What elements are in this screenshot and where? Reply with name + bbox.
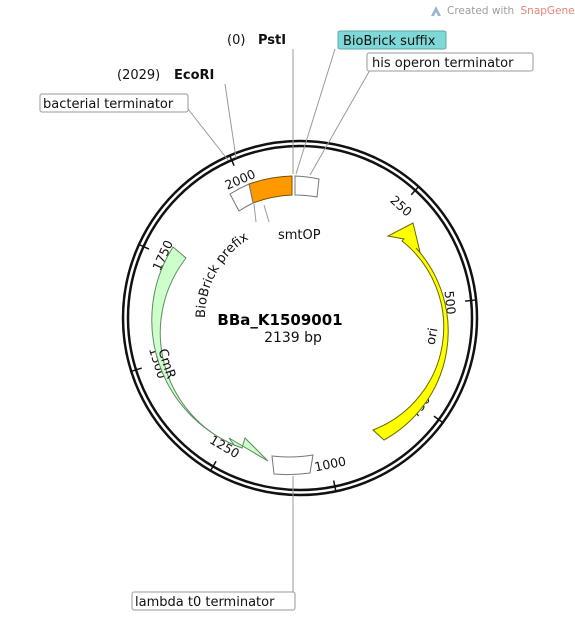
plasmid-length: 2139 bp: [264, 330, 322, 346]
smtop-label: smtOP: [278, 228, 321, 243]
tick-mark: [465, 299, 476, 302]
label-his-terminator[interactable]: his operon terminator: [366, 52, 534, 72]
pst-name: PstI: [258, 33, 286, 48]
eco-position: (2029): [117, 68, 160, 83]
bb-prefix-label: BioBrick prefix: [194, 230, 251, 319]
plasmid-name: BBa_K1509001: [217, 311, 342, 329]
eco-name: EcoRI: [174, 68, 214, 83]
label-bb-suffix[interactable]: BioBrick suffix: [337, 30, 447, 50]
lambda-terminator-segment[interactable]: [271, 454, 314, 476]
tick-label: 1000: [313, 453, 347, 474]
watermark-prefix: Created with: [447, 5, 514, 17]
pst-position: (0): [227, 33, 245, 48]
bacterial-terminator-text: bacterial terminator: [43, 97, 174, 112]
feature-lambda-terminator[interactable]: [271, 454, 314, 476]
lambda-terminator-text: lambda t0 terminator: [135, 595, 275, 610]
ori-label: ori: [424, 327, 442, 346]
label-pst[interactable]: (0) PstI: [227, 33, 286, 48]
svg-text:Created with SnapGene: Created with SnapGene ®: [447, 4, 575, 17]
watermark: Created with SnapGene ®: [431, 4, 575, 17]
snapgene-logo-icon: [431, 6, 441, 16]
watermark-brand: SnapGene: [521, 5, 575, 17]
tick-label: 250: [387, 192, 415, 219]
bb-suffix-text: BioBrick suffix: [343, 34, 436, 49]
his-terminator-text: his operon terminator: [372, 56, 514, 71]
tick-mark: [332, 480, 337, 491]
label-bacterial-terminator[interactable]: bacterial terminator: [39, 93, 189, 113]
label-lambda-terminator[interactable]: lambda t0 terminator: [131, 591, 296, 611]
label-eco[interactable]: (2029) EcoRI: [117, 68, 214, 83]
plasmid-map: Created with SnapGene ® 2505007501000125…: [39, 4, 575, 611]
feature-his-terminator[interactable]: [294, 175, 320, 198]
his-terminator-segment[interactable]: [294, 175, 320, 198]
